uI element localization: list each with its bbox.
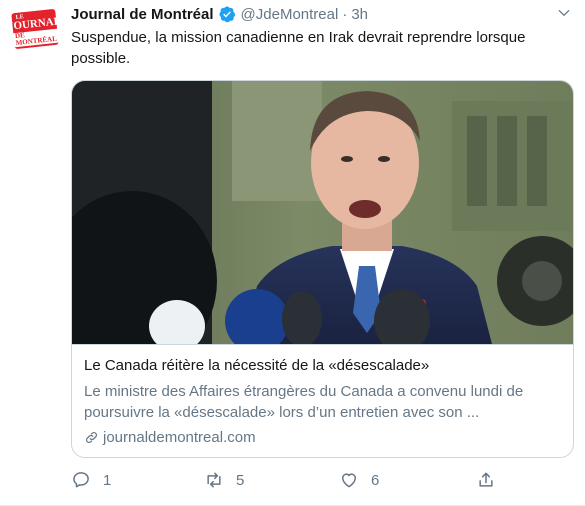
journal-logo: LE JOURNAL DE MONTRÉAL [7,8,61,49]
share-icon [479,472,493,487]
chevron-down-icon[interactable] [557,6,571,20]
link-card[interactable]: Le Canada réitère la nécessité de la «dé… [71,80,574,458]
card-domain-text: journaldemontreal.com [103,429,256,446]
share-button[interactable] [476,466,496,494]
card-body: Le Canada réitère la nécessité de la «dé… [72,344,573,457]
link-icon [86,432,97,443]
heart-icon [342,473,356,488]
like-button[interactable]: 6 [339,466,379,494]
card-description: Le ministre des Affaires étrangères du C… [84,383,524,421]
verified-badge-icon [219,6,235,23]
retweet-count: 5 [236,471,245,489]
tweet-text: Suspendue, la mission canadienne en Irak… [71,29,526,67]
separator-dot: · [342,5,348,23]
card-title: Le Canada réitère la nécessité de la «dé… [84,357,430,374]
author-handle[interactable]: @JdeMontreal [241,6,339,23]
retweet-icon [207,472,221,488]
card-domain: journaldemontreal.com [84,429,256,446]
reply-icon [73,472,89,488]
retweet-button[interactable]: 5 [204,466,244,494]
like-count: 6 [371,471,380,489]
tweet-time[interactable]: 3h [351,6,368,23]
card-image [72,81,573,344]
author-name[interactable]: Journal de Montréal [71,6,214,23]
reply-button[interactable]: 1 [71,466,111,494]
avatar[interactable]: LE JOURNAL DE MONTRÉAL [7,4,61,53]
tweet[interactable]: LE JOURNAL DE MONTRÉAL Journal de Montré… [0,0,585,506]
tweet-header: Journal de Montréal @JdeMontreal · 3h [71,3,368,25]
reply-count: 1 [103,471,112,489]
tweet-actions: 1 5 6 [71,466,511,494]
